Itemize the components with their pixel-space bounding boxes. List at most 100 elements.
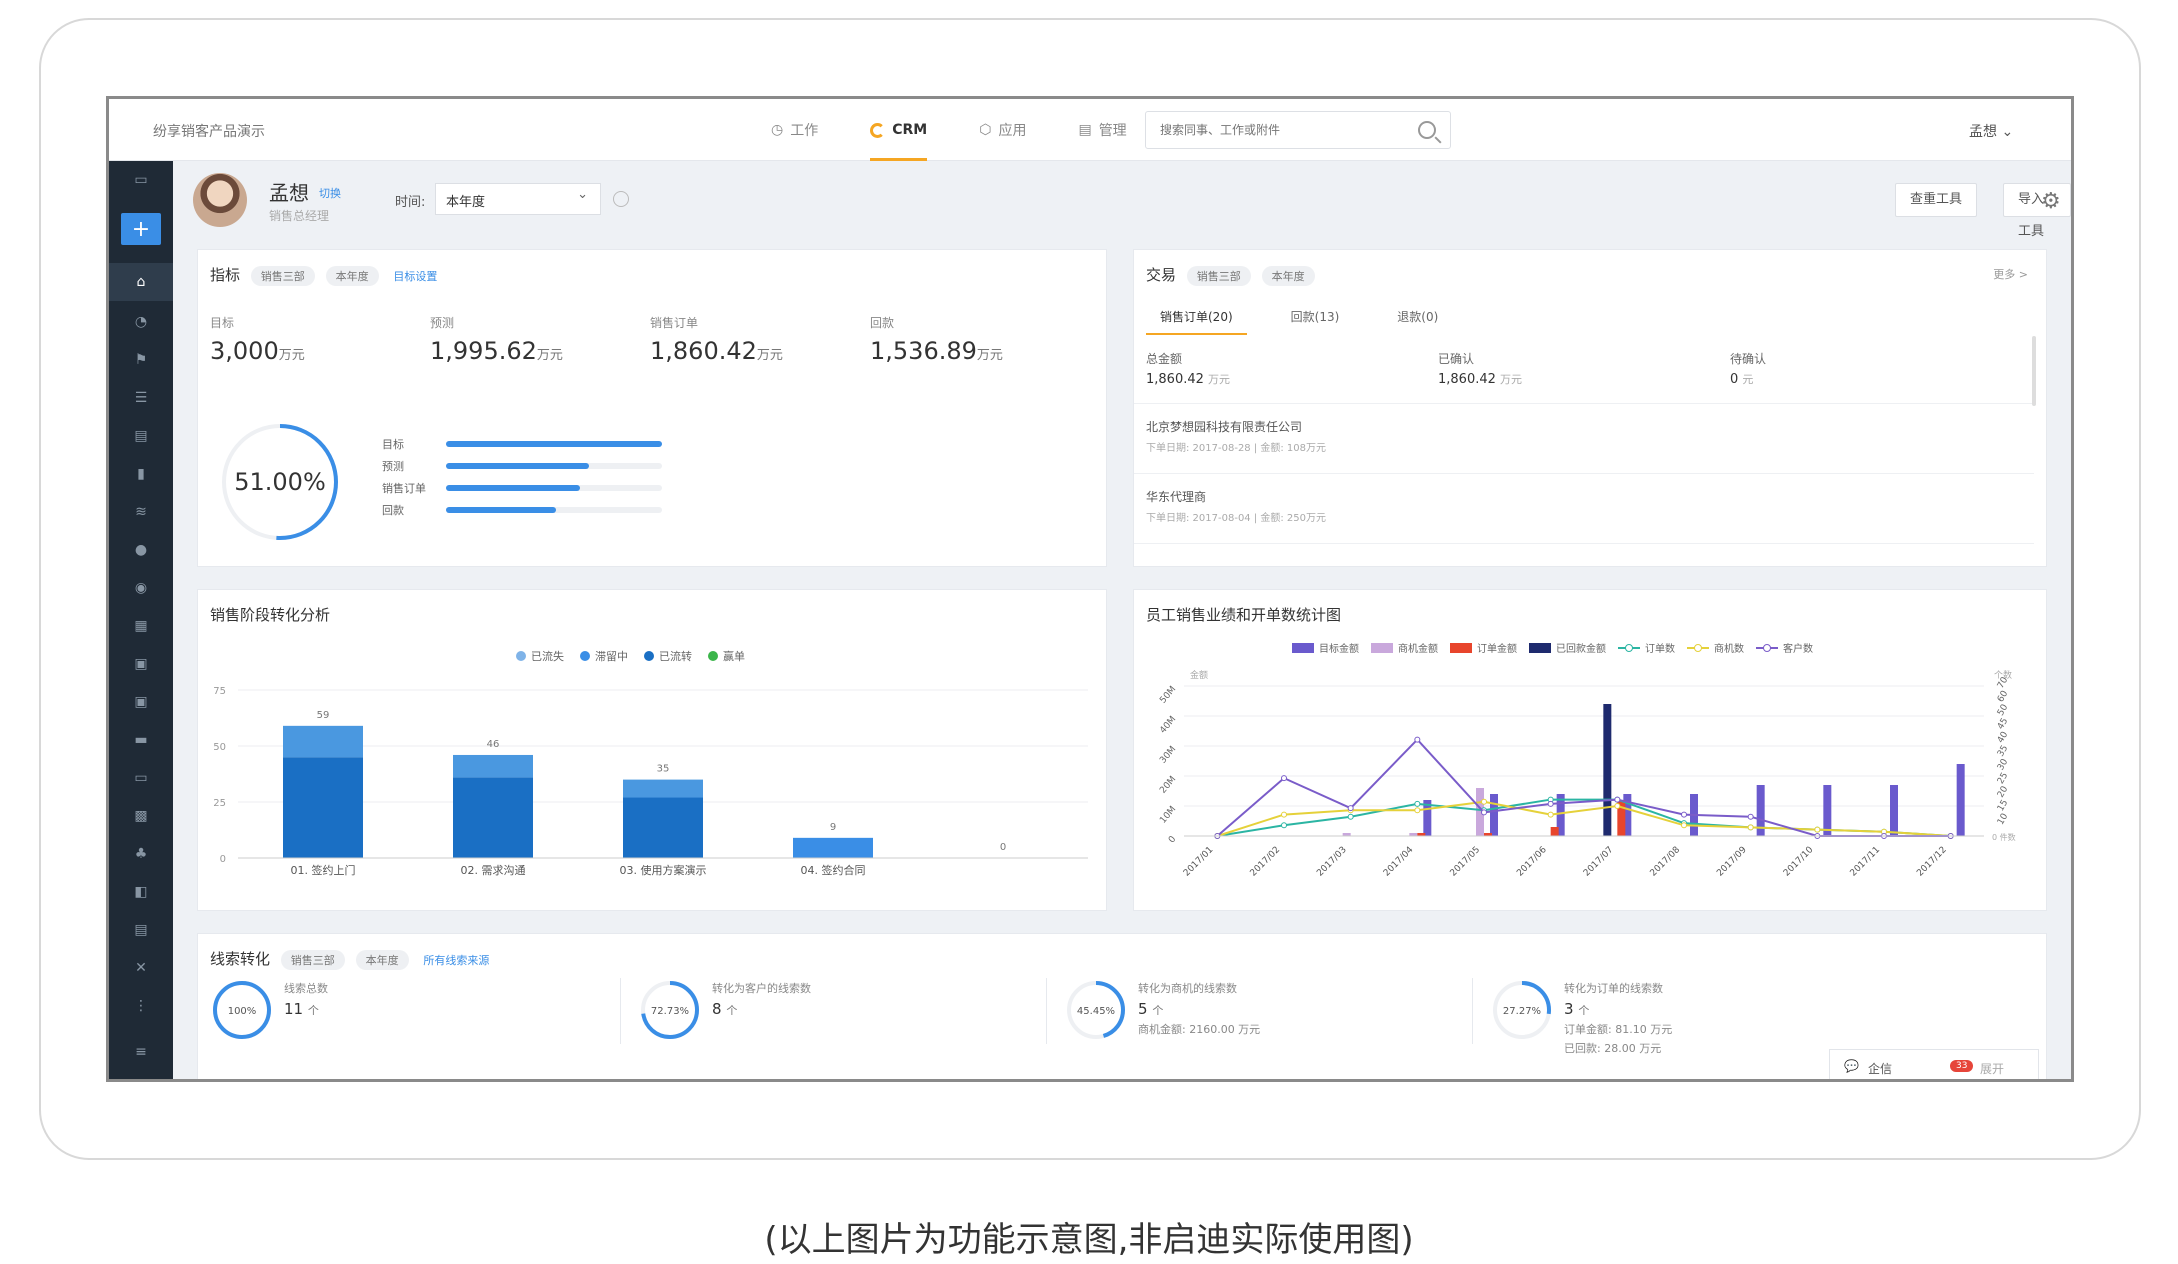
legend-item[interactable]: 商机数 [1687, 640, 1744, 655]
y-right-tick: 60 [1996, 689, 2011, 704]
clue-value: 3 个 [1564, 1000, 1590, 1018]
trade-period-tag[interactable]: 本年度 [1261, 266, 1315, 286]
line-point [1347, 805, 1354, 812]
import-tool-button[interactable]: 导入工具 [2003, 183, 2071, 239]
data-label: 0 [1000, 842, 1006, 853]
clipboard-icon[interactable]: ▣ [109, 645, 173, 683]
legend-item[interactable]: 已流转 [644, 648, 692, 664]
box-icon[interactable]: ▩ [109, 797, 173, 835]
legend-item[interactable]: 已回款金额 [1529, 640, 1606, 655]
tab-payments[interactable]: 回款(13) [1277, 300, 1354, 335]
clue-ring: 27.27% [1493, 981, 1551, 1039]
line-point [1481, 809, 1487, 816]
scrollbar[interactable] [2032, 336, 2036, 406]
table-row[interactable]: 华东代理商 下单日期: 2017-08-04 | 金额: 250万元 [1134, 474, 2034, 544]
x-tick-label: 01. 签约上门 [291, 863, 356, 877]
data-label: 59 [317, 710, 330, 721]
line-point [1281, 811, 1287, 818]
clues-period-tag[interactable]: 本年度 [355, 950, 409, 970]
book-icon[interactable]: ◧ [109, 873, 173, 911]
y-left-tick: 50M [1158, 685, 1178, 706]
legend-item[interactable]: 赢单 [708, 648, 745, 664]
x-tick-label: 2017/06 [1515, 845, 1549, 879]
bar-0 [1823, 785, 1832, 836]
tree-icon[interactable]: ⋮ [109, 987, 173, 1025]
more-link[interactable]: 更多 > [1993, 266, 2028, 282]
period-tag[interactable]: 本年度 [325, 266, 379, 286]
info-icon[interactable] [613, 191, 629, 207]
y-left-tick: 10M [1158, 805, 1178, 826]
bar-chart-icon[interactable]: ▮ [109, 455, 173, 493]
legend-item[interactable]: 滞留中 [580, 648, 628, 664]
wallet-icon[interactable]: ▭ [109, 759, 173, 797]
y-right-tick: 30 [1996, 757, 2011, 772]
nav-apps[interactable]: ⬡ 应用 [953, 99, 1052, 161]
legend-item[interactable]: 目标金额 [1292, 640, 1359, 655]
time-select[interactable]: 本年度 [435, 183, 601, 215]
legend-item[interactable]: 订单金额 [1450, 640, 1517, 655]
clue-label: 转化为订单的线索数 [1564, 982, 1663, 995]
tools-icon[interactable]: ✕ [109, 949, 173, 987]
search-icon[interactable] [1418, 121, 1436, 139]
add-icon[interactable]: + [121, 213, 161, 245]
menu-icon[interactable]: ≡ [109, 1033, 173, 1071]
nav-work[interactable]: ◷ 工作 [745, 99, 844, 161]
target-settings-link[interactable]: 目标设置 [393, 270, 437, 283]
nav-manage[interactable]: ▤ 管理 [1052, 99, 1152, 161]
legend-item[interactable]: 订单数 [1618, 640, 1675, 655]
home-icon[interactable]: ⌂ [109, 263, 173, 301]
switch-link[interactable]: 切换 [319, 185, 341, 201]
dept-tag[interactable]: 销售三部 [250, 266, 315, 286]
line-point [1614, 803, 1621, 809]
clipboard-check-icon[interactable]: ▣ [109, 683, 173, 721]
avatar[interactable] [193, 173, 247, 227]
gear-icon[interactable]: ⚙ [2041, 189, 2061, 214]
nav-crm[interactable]: CRM [844, 99, 953, 161]
table-row[interactable]: 北京梦想园科技有限责任公司 下单日期: 2017-08-28 | 金额: 108… [1134, 404, 2034, 474]
org-icon[interactable]: ♣ [109, 835, 173, 873]
card-icon[interactable]: ▬ [109, 721, 173, 759]
line-point [1747, 813, 1754, 820]
y-right-tick: 25 [1996, 771, 2010, 786]
line-point [1681, 822, 1687, 829]
tab-refunds[interactable]: 退款(0) [1383, 300, 1452, 335]
person-icon[interactable]: ● [109, 531, 173, 569]
y-left-tick: 20M [1158, 775, 1178, 796]
bar-target [446, 441, 662, 447]
query-tool-button[interactable]: 查重工具 [1895, 183, 1978, 217]
legend-item[interactable]: 已流失 [516, 648, 564, 664]
y-right-zero: 0 件数 [1992, 832, 2016, 842]
clue-ring: 72.73% [641, 981, 699, 1039]
target-icon[interactable]: ◉ [109, 569, 173, 607]
search-input[interactable] [1146, 112, 1396, 148]
monitor-icon[interactable]: ▭ [109, 161, 173, 199]
legend-item[interactable]: 商机金额 [1371, 640, 1438, 655]
y-tick-label: 75 [213, 686, 226, 697]
clues-dept-tag[interactable]: 销售三部 [280, 950, 345, 970]
wave-icon[interactable]: ≋ [109, 493, 173, 531]
pie-chart-icon[interactable]: ◔ [109, 303, 173, 341]
database-icon[interactable]: ▤ [109, 417, 173, 455]
legend-item[interactable]: 客户数 [1756, 640, 1813, 655]
flag-icon[interactable]: ⚑ [109, 341, 173, 379]
clue-sub: 商机金额: 2160.00 万元 [1138, 1023, 1261, 1036]
chat-bar[interactable]: 💬 企信 33 展开 [1829, 1049, 2039, 1079]
chat-icon: 💬 [1844, 1059, 1859, 1073]
user-menu[interactable]: 孟想 ⌄ [1969, 121, 2013, 141]
list-icon[interactable]: ☰ [109, 379, 173, 417]
x-tick-label: 2017/12 [1915, 845, 1949, 879]
y-left-tick: 0 [1167, 834, 1179, 845]
x-tick-label: 2017/02 [1249, 845, 1283, 879]
archive-icon[interactable]: ▤ [109, 911, 173, 949]
tab-orders[interactable]: 销售订单(20) [1146, 300, 1247, 335]
clue-percent: 100% [228, 1006, 257, 1017]
bar-lost [623, 779, 703, 798]
bar-label-target: 目标 [382, 438, 404, 451]
expand-button[interactable]: 展开 [1980, 1060, 2004, 1077]
divider [1472, 978, 1473, 1044]
trade-dept-tag[interactable]: 销售三部 [1186, 266, 1251, 286]
ring-percent: 51.00% [234, 468, 326, 496]
clue-sources-link[interactable]: 所有线索来源 [423, 954, 489, 967]
bar-flowed [283, 757, 363, 858]
calendar-icon[interactable]: ▦ [109, 607, 173, 645]
